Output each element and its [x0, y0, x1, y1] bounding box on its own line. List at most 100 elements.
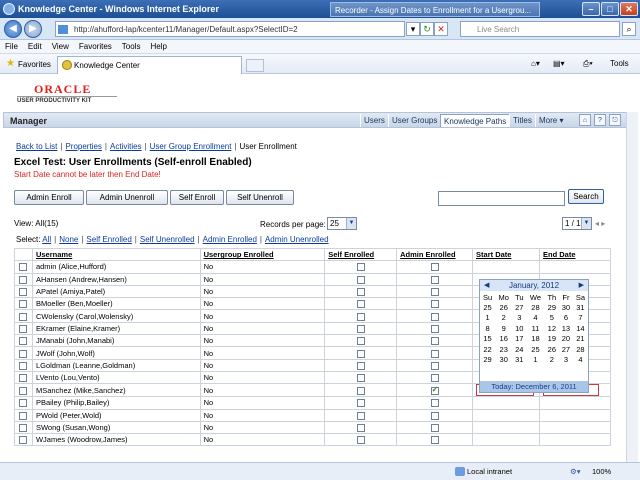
- calendar-day[interactable]: 30: [559, 302, 573, 312]
- row-select-checkbox[interactable]: [19, 424, 28, 433]
- star-icon[interactable]: ★: [6, 59, 16, 69]
- vertical-scrollbar[interactable]: [626, 112, 638, 462]
- self-enrolled-checkbox[interactable]: [356, 312, 365, 321]
- calendar-day[interactable]: 17: [512, 334, 526, 344]
- new-tab-button[interactable]: [246, 59, 264, 72]
- row-select-checkbox[interactable]: [19, 399, 28, 408]
- link-properties[interactable]: Properties: [65, 142, 101, 151]
- stop-icon[interactable]: ✕: [434, 22, 448, 36]
- minimize-icon[interactable]: –: [582, 2, 600, 16]
- calendar-day[interactable]: 2: [545, 354, 559, 364]
- menu-edit[interactable]: Edit: [23, 40, 47, 53]
- calendar-day[interactable]: 9: [495, 323, 512, 333]
- calendar-day[interactable]: 4: [526, 313, 544, 323]
- refresh-icon[interactable]: ↻: [420, 22, 434, 36]
- back-icon[interactable]: ◀: [4, 20, 22, 38]
- calendar-day[interactable]: 28: [573, 344, 588, 354]
- calendar-day[interactable]: 28: [526, 302, 544, 312]
- calendar-day[interactable]: 13: [559, 323, 573, 333]
- self-enrolled-checkbox[interactable]: [356, 374, 365, 383]
- live-search-input[interactable]: Live Search: [460, 21, 620, 37]
- other-window-tab[interactable]: Recorder - Assign Dates to Enrollment fo…: [330, 2, 540, 17]
- row-select-checkbox[interactable]: [19, 386, 28, 395]
- row-select-checkbox[interactable]: [19, 275, 28, 284]
- menu-help[interactable]: Help: [145, 40, 171, 53]
- self-enrolled-checkbox[interactable]: [356, 337, 365, 346]
- calendar-day[interactable]: 31: [573, 302, 588, 312]
- calendar-day[interactable]: 14: [573, 323, 588, 333]
- search-button[interactable]: Search: [568, 189, 604, 204]
- column-end-date[interactable]: End Date: [539, 247, 611, 262]
- calendar-day[interactable]: 26: [495, 302, 512, 312]
- calendar-day[interactable]: 3: [559, 354, 573, 364]
- calendar-day[interactable]: 21: [573, 334, 588, 344]
- calendar-day[interactable]: 3: [512, 313, 526, 323]
- select-none-link[interactable]: None: [59, 235, 78, 244]
- self-enrolled-checkbox[interactable]: [356, 361, 365, 370]
- admin-enrolled-checkbox[interactable]: [430, 324, 439, 333]
- calendar-day[interactable]: 27: [512, 302, 526, 312]
- row-select-checkbox[interactable]: [19, 324, 28, 333]
- link-back-to-list[interactable]: Back to List: [16, 142, 57, 151]
- row-select-checkbox[interactable]: [19, 288, 28, 297]
- calendar-day[interactable]: 15: [480, 334, 495, 344]
- calendar-day[interactable]: 29: [545, 302, 559, 312]
- menu-tools[interactable]: Tools: [117, 40, 146, 53]
- calendar-day[interactable]: 25: [480, 302, 495, 312]
- row-select-checkbox[interactable]: [19, 436, 28, 445]
- self-enrolled-checkbox[interactable]: [356, 263, 365, 272]
- self-enrolled-checkbox[interactable]: [356, 399, 365, 408]
- menu-file[interactable]: File: [0, 40, 23, 53]
- self-enroll-button[interactable]: Self Enroll: [170, 190, 224, 205]
- admin-unenroll-button[interactable]: Admin Unenroll: [86, 190, 168, 205]
- admin-enrolled-checkbox[interactable]: [430, 300, 439, 309]
- search-icon[interactable]: ⌕: [622, 22, 636, 36]
- calendar-day[interactable]: 25: [526, 344, 544, 354]
- maximize-icon[interactable]: □: [601, 2, 619, 16]
- close-icon[interactable]: ✕: [620, 2, 638, 16]
- tab-user-groups[interactable]: User Groups: [388, 114, 440, 127]
- self-enrolled-checkbox[interactable]: [356, 349, 365, 358]
- calendar-day[interactable]: 11: [526, 323, 544, 333]
- select-self-unenrolled-link[interactable]: Self Unenrolled: [140, 235, 195, 244]
- search-input[interactable]: [438, 191, 565, 206]
- calendar-day[interactable]: 22: [480, 344, 495, 354]
- calendar-day[interactable]: 10: [512, 323, 526, 333]
- admin-enrolled-checkbox[interactable]: [430, 385, 439, 395]
- self-enrolled-checkbox[interactable]: [356, 288, 365, 297]
- calendar-day[interactable]: 12: [545, 323, 559, 333]
- help-icon[interactable]: ?: [594, 114, 606, 126]
- admin-enrolled-checkbox[interactable]: [430, 337, 439, 346]
- calendar-day[interactable]: 5: [545, 313, 559, 323]
- url-field[interactable]: http://ahufford-lap/kcenter11/Manager/De…: [55, 21, 405, 37]
- calendar-day[interactable]: 19: [545, 334, 559, 344]
- select-self-enrolled-link[interactable]: Self Enrolled: [86, 235, 131, 244]
- row-select-checkbox[interactable]: [19, 300, 28, 309]
- row-select-checkbox[interactable]: [19, 374, 28, 383]
- admin-enrolled-checkbox[interactable]: [430, 361, 439, 370]
- tab-more[interactable]: More ▾: [535, 114, 566, 127]
- self-enrolled-checkbox[interactable]: [356, 300, 365, 309]
- forward-icon[interactable]: ▶: [24, 20, 42, 38]
- calendar-day[interactable]: 1: [526, 354, 544, 364]
- calendar-day[interactable]: 6: [559, 313, 573, 323]
- self-enrolled-checkbox[interactable]: [356, 424, 365, 433]
- calendar-day[interactable]: 16: [495, 334, 512, 344]
- home-icon[interactable]: ⌂: [579, 114, 591, 126]
- admin-enrolled-checkbox[interactable]: [430, 275, 439, 284]
- next-month-icon[interactable]: ▶: [579, 280, 584, 291]
- menu-favorites[interactable]: Favorites: [74, 40, 117, 53]
- calendar-day[interactable]: 7: [573, 313, 588, 323]
- link-user-group-enrollment[interactable]: User Group Enrollment: [150, 142, 232, 151]
- admin-enrolled-checkbox[interactable]: [430, 288, 439, 297]
- calendar-day[interactable]: 20: [559, 334, 573, 344]
- row-select-checkbox[interactable]: [19, 337, 28, 346]
- self-enrolled-checkbox[interactable]: [356, 324, 365, 333]
- dropdown-icon[interactable]: ▾: [406, 22, 420, 36]
- admin-enroll-button[interactable]: Admin Enroll: [14, 190, 84, 205]
- menu-view[interactable]: View: [47, 40, 74, 53]
- tools-menu[interactable]: Tools: [610, 59, 629, 68]
- tab-titles[interactable]: Titles: [509, 114, 535, 127]
- tab-knowledge-paths[interactable]: Knowledge Paths: [440, 114, 511, 127]
- calendar-day[interactable]: 31: [512, 354, 526, 364]
